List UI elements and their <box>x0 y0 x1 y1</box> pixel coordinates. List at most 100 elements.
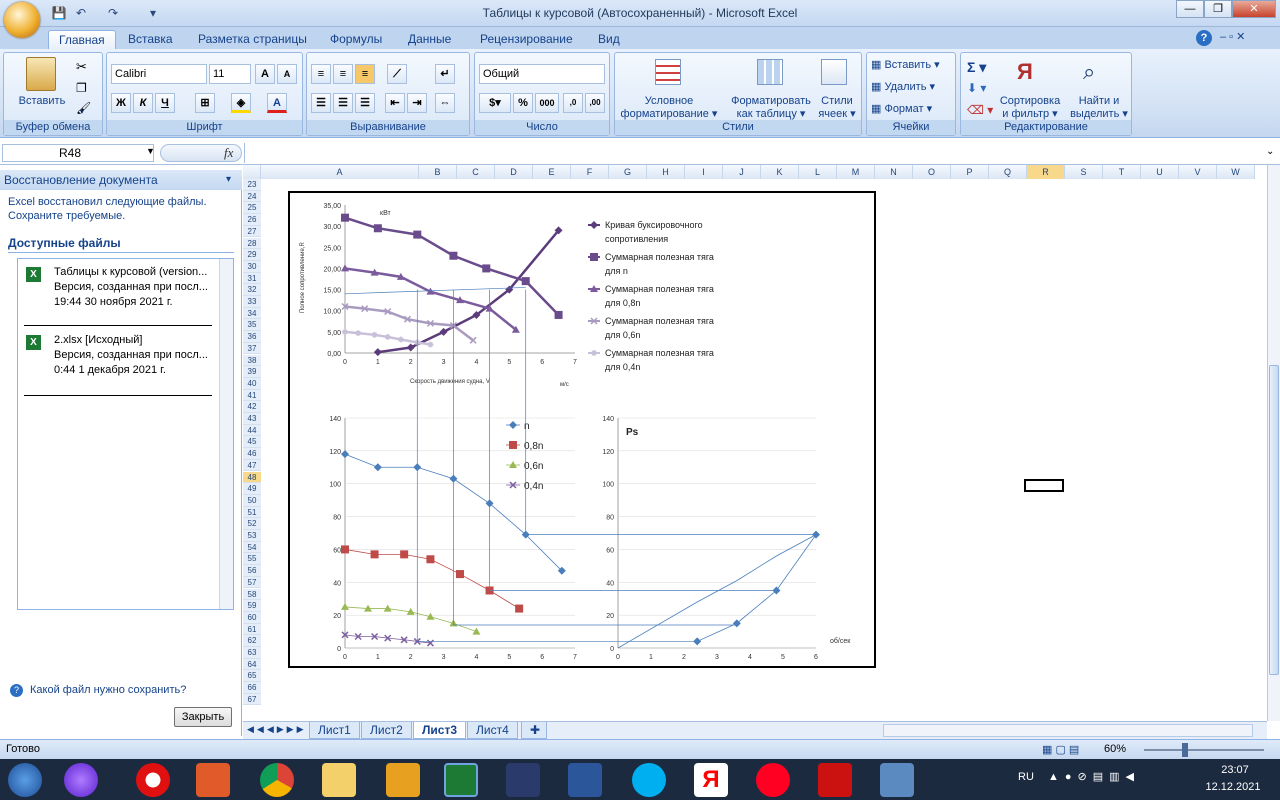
row-header-52[interactable]: 52 <box>243 518 261 530</box>
column-header-V[interactable]: V <box>1179 165 1217 179</box>
column-header-D[interactable]: D <box>495 165 533 179</box>
align-bottom-icon[interactable]: ≡ <box>355 64 375 84</box>
row-header-60[interactable]: 60 <box>243 611 261 624</box>
recovered-file-item[interactable]: X Таблицы к курсовой (version... Версия,… <box>26 265 212 310</box>
row-header-55[interactable]: 55 <box>243 553 261 566</box>
tab-view[interactable]: Вид <box>588 30 630 49</box>
format-table-icon[interactable] <box>757 59 783 85</box>
align-right-icon[interactable]: ☰ <box>355 93 375 113</box>
alice-icon[interactable] <box>64 763 98 797</box>
zoom-level[interactable]: 60% <box>1104 743 1126 755</box>
copy-icon[interactable]: ❐ <box>76 81 87 95</box>
column-header-I[interactable]: I <box>685 165 723 179</box>
format-painter-icon[interactable]: 🖌 <box>76 101 91 115</box>
shrink-font-icon[interactable]: A <box>277 64 297 84</box>
tab-formulas[interactable]: Формулы <box>320 30 392 49</box>
cell-styles-icon[interactable] <box>821 59 847 85</box>
active-cell-R48[interactable] <box>1024 479 1064 492</box>
row-header-47[interactable]: 47 <box>243 459 261 472</box>
row-header-36[interactable]: 36 <box>243 331 261 343</box>
tray-icons[interactable]: ▲●⊘▤▥◀ <box>1048 770 1140 783</box>
chart-object[interactable]: 0,00 5,00 10,00 15,00 20,00 25,00 30,00 35,00 0 1… <box>288 191 876 668</box>
help-icon[interactable]: ? <box>1196 30 1212 46</box>
row-header-46[interactable]: 46 <box>243 448 261 460</box>
list-scrollbar[interactable] <box>219 259 233 609</box>
excel-taskbar-icon[interactable] <box>444 763 478 797</box>
align-left-icon[interactable]: ☰ <box>311 93 331 113</box>
row-header-34[interactable]: 34 <box>243 307 261 320</box>
clear-icon[interactable]: ⌫ ▾ <box>967 103 993 117</box>
close-button[interactable]: ✕ <box>1232 0 1276 18</box>
merge-center-icon[interactable]: ⇔ <box>435 93 455 113</box>
number-format-select[interactable]: Общий <box>479 64 605 84</box>
sort-filter-button[interactable]: Сортировка и фильтр ▾ <box>997 95 1063 121</box>
row-header-26[interactable]: 26 <box>243 214 261 226</box>
row-header-64[interactable]: 64 <box>243 658 261 671</box>
app-taskbar-icon[interactable] <box>506 763 540 797</box>
formula-input[interactable] <box>244 143 1264 163</box>
cell-styles-button[interactable]: Стили ячеек ▾ <box>815 95 859 121</box>
conditional-format-icon[interactable] <box>655 59 681 85</box>
row-header-43[interactable]: 43 <box>243 413 261 425</box>
row-header-50[interactable]: 50 <box>243 494 261 507</box>
column-header-Q[interactable]: Q <box>989 165 1027 179</box>
column-header-K[interactable]: K <box>761 165 799 179</box>
insert-function-icon[interactable]: fx <box>224 145 233 161</box>
format-as-table-button[interactable]: Форматировать как таблицу ▾ <box>723 95 819 121</box>
view-buttons[interactable]: ▦ ▢ ▤ <box>1042 743 1079 756</box>
row-header-35[interactable]: 35 <box>243 319 261 332</box>
column-header-N[interactable]: N <box>875 165 913 179</box>
row-header-25[interactable]: 25 <box>243 202 261 215</box>
column-header-R[interactable]: R <box>1027 165 1065 179</box>
increase-indent-icon[interactable]: ⇥ <box>407 93 427 113</box>
comma-style-icon[interactable]: 000 <box>535 93 559 113</box>
row-header-49[interactable]: 49 <box>243 483 261 495</box>
row-header-29[interactable]: 29 <box>243 249 261 261</box>
font-name-select[interactable]: Calibri <box>111 64 207 84</box>
font-size-select[interactable]: 11 <box>209 64 251 84</box>
language-indicator[interactable]: RU <box>1018 771 1034 783</box>
align-center-icon[interactable]: ☰ <box>333 93 353 113</box>
row-header-30[interactable]: 30 <box>243 260 261 273</box>
font-color-icon[interactable]: A <box>267 93 287 113</box>
office-button[interactable] <box>4 2 40 38</box>
tab-insert[interactable]: Вставка <box>118 30 183 49</box>
explorer-icon[interactable] <box>322 763 356 797</box>
select-all-corner[interactable] <box>243 165 261 179</box>
bold-button[interactable]: Ж <box>111 93 131 113</box>
restore-button[interactable]: ❐ <box>1204 0 1232 18</box>
row-header-40[interactable]: 40 <box>243 377 261 390</box>
row-header-27[interactable]: 27 <box>243 225 261 238</box>
paste-icon[interactable] <box>26 57 56 91</box>
recovered-file-item[interactable]: X 2.xlsx [Исходный] Версия, созданная пр… <box>26 333 212 378</box>
align-top-icon[interactable]: ≡ <box>311 64 331 84</box>
column-header-F[interactable]: F <box>571 165 609 179</box>
sheet-nav-icon[interactable]: ◀◀◀▶▶▶ <box>247 724 307 735</box>
autosum-icon[interactable]: Σ ▾ <box>967 59 986 76</box>
row-header-51[interactable]: 51 <box>243 506 261 519</box>
row-header-48[interactable]: 48 <box>243 471 261 484</box>
insert-sheet-icon[interactable]: ✚ <box>521 722 547 739</box>
align-middle-icon[interactable]: ≡ <box>333 64 353 84</box>
conditional-format-button[interactable]: Условное форматирование ▾ <box>617 95 721 121</box>
name-box[interactable]: R48 <box>2 144 154 162</box>
tab-data[interactable]: Данные <box>398 30 461 49</box>
fill-color-icon[interactable]: ◈ <box>231 93 251 113</box>
row-header-23[interactable]: 23 <box>243 179 261 191</box>
ribbon-minimize-icon[interactable]: – ▫ ✕ <box>1220 30 1245 43</box>
tab-home[interactable]: Главная <box>48 30 116 49</box>
sheet-tab-4[interactable]: Лист4 <box>467 722 518 739</box>
orientation-icon[interactable]: ⟋ <box>387 64 407 84</box>
tab-page-layout[interactable]: Разметка страницы <box>188 30 317 49</box>
column-header-T[interactable]: T <box>1103 165 1141 179</box>
row-header-41[interactable]: 41 <box>243 389 261 402</box>
column-header-J[interactable]: J <box>723 165 761 179</box>
currency-icon[interactable]: $▾ <box>479 93 511 113</box>
row-header-53[interactable]: 53 <box>243 530 261 542</box>
find-select-button[interactable]: Найти и выделить ▾ <box>1067 95 1131 121</box>
column-header-E[interactable]: E <box>533 165 571 179</box>
yandex-icon[interactable]: Я <box>694 763 728 797</box>
row-header-61[interactable]: 61 <box>243 623 261 636</box>
help-link[interactable]: Какой файл нужно сохранить? <box>30 684 186 696</box>
increase-decimal-icon[interactable]: ,0 <box>563 93 583 113</box>
